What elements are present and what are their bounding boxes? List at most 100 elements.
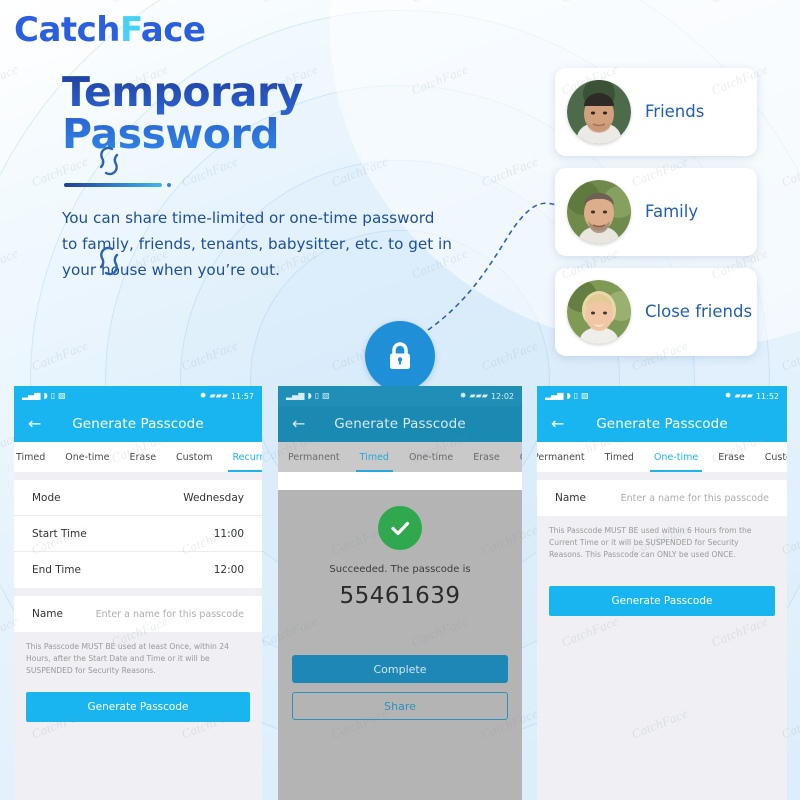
- vpn-icon: ▯: [50, 391, 56, 400]
- brand-logo-part1: Catch: [14, 10, 121, 50]
- battery-icon: ▰▰▰: [469, 391, 488, 400]
- generate-passcode-button[interactable]: Generate Passcode: [549, 586, 775, 617]
- watermark-text: CatchFace: [0, 0, 21, 7]
- tab-label: Timed: [359, 451, 389, 463]
- generate-passcode-button[interactable]: Generate Passcode: [26, 692, 250, 723]
- wifi-icon: ◗: [43, 391, 48, 400]
- tab-label: Custom: [176, 451, 213, 463]
- tab-permanent[interactable]: Permanent: [278, 442, 350, 472]
- back-arrow-icon[interactable]: ←: [292, 416, 305, 432]
- vpn-icon: ▯: [573, 391, 579, 400]
- tab-label: One-time: [65, 451, 110, 463]
- tab-erase[interactable]: Erase: [120, 442, 167, 472]
- phone-screen-one-time: ▂▄▆ ◗ ▯ ▧ ✸ ▰▰▰ 11:52 ← Generate Passcod…: [537, 386, 787, 800]
- bluetooth-icon: ✸: [199, 391, 207, 400]
- tab-timed[interactable]: Timed: [595, 442, 644, 472]
- screen-body: Mode Wednesday Start Time 11:00 End Time…: [14, 472, 262, 800]
- status-bar-right-icons: ✸ ▰▰▰ 11:52: [725, 392, 779, 401]
- tab-timed[interactable]: Timed: [14, 442, 55, 472]
- list-gap: [537, 472, 787, 480]
- brand-logo-part2: F: [120, 10, 141, 50]
- app-bar: ← Generate Passcode: [14, 406, 262, 442]
- lock-badge: [365, 321, 435, 391]
- passcode-notice: This Passcode MUST BE used within 6 Hour…: [549, 526, 752, 559]
- share-button[interactable]: Share: [292, 692, 508, 720]
- tab-label: One-time: [653, 451, 699, 463]
- name-field-row[interactable]: Name Enter a name for this passcode: [14, 596, 262, 632]
- watermark-text: CatchFace: [179, 153, 241, 190]
- sync-icon: ▧: [581, 391, 589, 400]
- brand-logo: CatchFace: [14, 10, 206, 50]
- status-bar: ▂▄▆ ◗ ▯ ▧ ✸ ▰▰▰ 12:02: [278, 386, 522, 406]
- tab-label: Custom: [764, 451, 787, 463]
- tab-custom[interactable]: Custom: [510, 442, 522, 472]
- title-divider-bar: [64, 183, 162, 187]
- name-input[interactable]: Enter a name for this passcode: [621, 493, 769, 504]
- contact-card-family[interactable]: Family: [555, 168, 757, 256]
- avatar: [567, 80, 631, 144]
- setting-value: Wednesday: [183, 491, 244, 504]
- back-arrow-icon[interactable]: ←: [28, 416, 41, 432]
- page-title-line1: Temporary: [62, 68, 303, 116]
- wifi-icon: ◗: [307, 391, 312, 400]
- name-field-row[interactable]: Name Enter a name for this passcode: [537, 480, 787, 516]
- tab-erase[interactable]: Erase: [463, 442, 510, 472]
- setting-row-mode[interactable]: Mode Wednesday: [14, 480, 262, 516]
- watermark-text: CatchFace: [179, 337, 241, 374]
- passcode-result-card: Succeeded. The passcode is 55461639: [290, 490, 510, 619]
- app-bar-title: Generate Passcode: [596, 416, 728, 432]
- chain-link-icon: [99, 246, 119, 276]
- tab-custom[interactable]: Custom: [166, 442, 222, 472]
- status-bar-left-icons: ▂▄▆ ◗ ▯ ▧: [22, 392, 66, 400]
- status-bar-time: 11:57: [230, 391, 254, 401]
- brand-logo-part3: ace: [140, 10, 206, 50]
- tab-erase[interactable]: Erase: [708, 442, 755, 472]
- screen-body: Succeeded. The passcode is 55461639 Comp…: [278, 490, 522, 800]
- contact-card-friends[interactable]: Friends: [555, 68, 757, 156]
- contact-card-label: Friends: [645, 101, 705, 121]
- contact-card-close-friends[interactable]: Close friends: [555, 268, 757, 356]
- sync-icon: ▧: [58, 391, 66, 400]
- setting-label: Mode: [32, 491, 61, 504]
- tab-label: Erase: [473, 451, 500, 463]
- battery-icon: ▰▰▰: [209, 391, 228, 400]
- tab-permanent[interactable]: Permanent: [537, 442, 595, 472]
- tab-one-time[interactable]: One-time: [644, 442, 708, 472]
- watermark-text: CatchFace: [409, 0, 470, 7]
- contact-card-label: Family: [645, 201, 699, 221]
- app-bar: ← Generate Passcode: [278, 406, 522, 442]
- lock-icon: [390, 341, 410, 369]
- sync-icon: ▧: [322, 391, 330, 400]
- watermark-text: CatchFace: [329, 153, 391, 190]
- tab-recurring[interactable]: Recurring: [222, 442, 262, 472]
- setting-row-end-time[interactable]: End Time 12:00: [14, 552, 262, 588]
- result-message: Succeeded. The passcode is: [329, 564, 471, 575]
- watermark-text: CatchFace: [259, 0, 320, 7]
- name-input[interactable]: Enter a name for this passcode: [96, 609, 244, 620]
- avatar: [567, 180, 631, 244]
- tab-custom[interactable]: Custom: [755, 442, 787, 472]
- tab-label: Permanent: [537, 451, 585, 463]
- signal-icon: ▂▄▆: [286, 391, 305, 400]
- setting-row-start-time[interactable]: Start Time 11:00: [14, 516, 262, 552]
- back-arrow-icon[interactable]: ←: [551, 416, 564, 432]
- status-bar: ▂▄▆ ◗ ▯ ▧ ✸ ▰▰▰ 11:57: [14, 386, 262, 406]
- bluetooth-icon: ✸: [724, 391, 732, 400]
- watermark-text: CatchFace: [559, 0, 620, 7]
- tab-bar: Permanent Timed One-time Erase Custom: [278, 442, 522, 472]
- contact-card-list: Friends Family Close friends: [555, 68, 757, 368]
- complete-button[interactable]: Complete: [292, 655, 508, 683]
- watermark-text: CatchFace: [779, 153, 800, 190]
- tab-bar: Permanent Timed One-time Erase Custom: [537, 442, 787, 472]
- tab-timed[interactable]: Timed: [350, 442, 399, 472]
- phone-screen-recurring: ▂▄▆ ◗ ▯ ▧ ✸ ▰▰▰ 11:57 ← Generate Passcod…: [14, 386, 262, 800]
- tab-one-time[interactable]: One-time: [399, 442, 463, 472]
- tab-one-time[interactable]: One-time: [55, 442, 119, 472]
- tab-label: Erase: [718, 451, 745, 463]
- setting-label: Start Time: [32, 527, 87, 540]
- app-bar-title: Generate Passcode: [72, 416, 204, 432]
- contact-card-label: Close friends: [645, 301, 753, 321]
- status-bar-right-icons: ✸ ▰▰▰ 11:57: [200, 392, 254, 401]
- title-divider-dot: [167, 183, 171, 187]
- name-field-label: Name: [32, 608, 63, 620]
